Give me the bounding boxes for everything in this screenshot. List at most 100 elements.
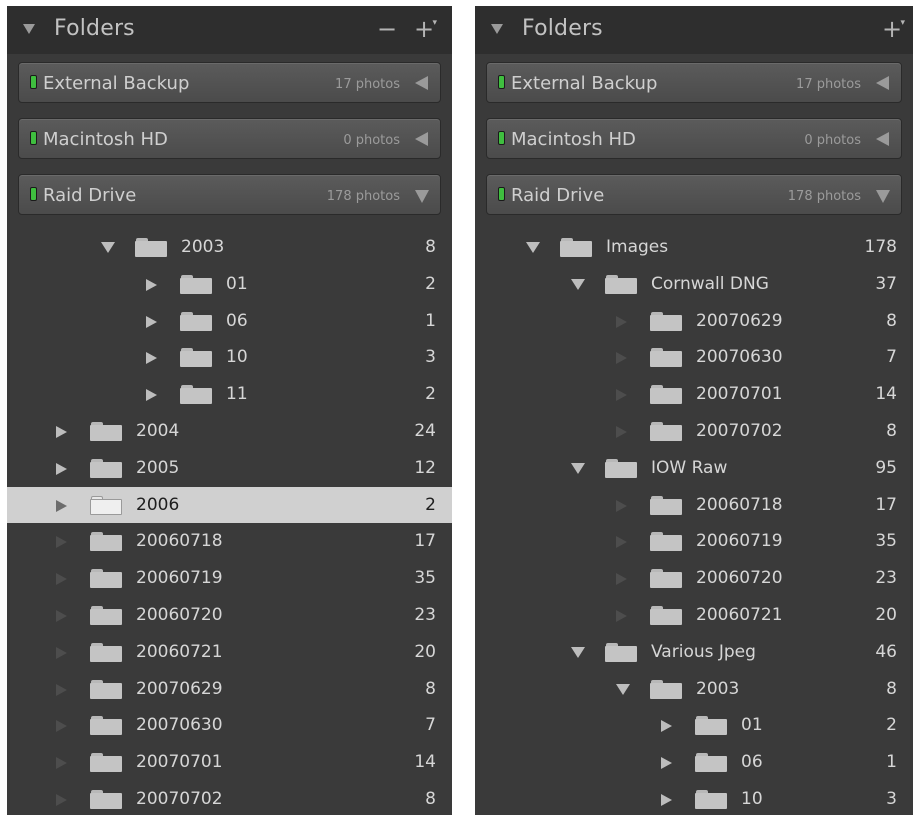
folder-row[interactable]: 20060719 35 (7, 560, 452, 597)
folder-row[interactable]: Cornwall DNG 37 (475, 266, 913, 303)
remove-folder-button[interactable]: − (374, 14, 400, 44)
panel-header[interactable]: Folders − + ▾ (7, 6, 452, 54)
folder-icon (180, 311, 212, 331)
folder-row[interactable]: 2003 8 (475, 671, 913, 708)
folder-name: 20070629 (136, 678, 223, 699)
volume-row[interactable]: Raid Drive 178 photos (486, 174, 902, 215)
folder-name: 20060721 (696, 604, 783, 625)
volume-row[interactable]: External Backup 17 photos (486, 62, 902, 103)
collapsed-triangle-icon[interactable] (146, 315, 157, 328)
folder-name: 20060719 (696, 531, 783, 552)
folder-body (650, 608, 682, 625)
folder-row[interactable]: 10 3 (475, 781, 913, 815)
expanded-triangle-icon[interactable] (571, 278, 585, 290)
folder-icon (650, 421, 682, 441)
folder-icon (695, 716, 727, 736)
folder-row[interactable]: 20060720 23 (7, 597, 452, 634)
collapsed-triangle-icon[interactable] (56, 462, 67, 475)
disclosure-down-icon[interactable] (876, 190, 890, 203)
folder-row[interactable]: 20070702 8 (7, 781, 452, 815)
disclosure-left-icon[interactable] (876, 132, 889, 146)
folder-row[interactable]: 2003 8 (7, 229, 452, 266)
expanded-triangle-icon[interactable] (526, 242, 540, 253)
folder-row[interactable]: 01 2 (7, 266, 452, 303)
status-led-icon (30, 187, 37, 201)
folder-photo-count: 46 (875, 641, 897, 662)
folder-row[interactable]: 20070702 8 (475, 413, 913, 450)
folder-name: 20060718 (696, 494, 783, 515)
folder-row[interactable]: 20070701 14 (475, 376, 913, 413)
folder-row[interactable]: 2005 12 (7, 450, 452, 487)
folder-icon (90, 421, 122, 441)
folder-row[interactable]: 01 2 (475, 707, 913, 744)
disclosure-down-icon[interactable] (415, 190, 429, 203)
folder-row[interactable]: 2006 2 (7, 486, 452, 524)
folder-name: 20070701 (136, 752, 223, 773)
folder-photo-count: 8 (886, 678, 897, 699)
folder-icon (90, 495, 122, 515)
folder-name: 01 (741, 715, 763, 736)
folder-row[interactable]: 06 1 (475, 744, 913, 781)
folder-row[interactable]: Various Jpeg 46 (475, 634, 913, 671)
folder-icon (560, 238, 592, 257)
disclosure-left-icon[interactable] (876, 76, 889, 90)
expanded-triangle-icon[interactable] (571, 462, 585, 474)
folder-photo-count: 1 (886, 752, 897, 773)
folder-row[interactable]: 20070629 8 (7, 671, 452, 708)
volume-photo-count: 17 photos (796, 77, 861, 92)
disclosure-left-icon[interactable] (415, 132, 428, 146)
folder-body (605, 277, 637, 294)
collapsed-triangle-icon[interactable] (56, 499, 67, 512)
collapsed-triangle-icon[interactable] (146, 389, 157, 402)
folder-row[interactable]: 20060719 35 (475, 523, 913, 560)
volume-photo-count: 178 photos (326, 189, 400, 204)
folder-name: 20060720 (696, 568, 783, 589)
folder-row[interactable]: 20070630 7 (475, 339, 913, 376)
folder-name: 06 (741, 752, 763, 773)
collapsed-triangle-icon[interactable] (661, 757, 672, 770)
folder-icon (650, 385, 682, 405)
folder-row[interactable]: 10 3 (7, 339, 452, 376)
folder-row[interactable]: 20060718 17 (7, 523, 452, 560)
volume-row[interactable]: Macintosh HD 0 photos (486, 118, 902, 159)
folder-row[interactable]: IOW Raw 95 (475, 450, 913, 487)
volume-row[interactable]: External Backup 17 photos (18, 62, 441, 103)
folder-row[interactable]: 20070630 7 (7, 707, 452, 744)
disclosure-left-icon[interactable] (415, 76, 428, 90)
folder-name: 2006 (136, 494, 180, 515)
folder-row[interactable]: 20060721 20 (475, 597, 913, 634)
folder-row[interactable]: 20070629 8 (475, 303, 913, 340)
collapsed-triangle-icon[interactable] (661, 720, 672, 733)
folder-photo-count: 23 (875, 568, 897, 589)
folder-icon (90, 605, 122, 625)
collapsed-triangle-icon[interactable] (146, 352, 157, 365)
folder-photo-count: 1 (425, 310, 436, 331)
folder-row[interactable]: 20070701 14 (7, 744, 452, 781)
collapsed-triangle-icon[interactable] (661, 793, 672, 806)
expanded-triangle-icon[interactable] (571, 646, 585, 658)
folder-row[interactable]: 20060718 17 (475, 487, 913, 524)
folder-photo-count: 35 (414, 568, 436, 589)
add-folder-button[interactable]: + ▾ (879, 14, 905, 44)
volume-name: Raid Drive (511, 185, 605, 206)
collapsed-triangle-icon[interactable] (56, 425, 67, 438)
add-folder-button[interactable]: + ▾ (411, 14, 437, 44)
expanded-triangle-icon[interactable] (101, 242, 115, 253)
volume-row[interactable]: Macintosh HD 0 photos (18, 118, 441, 159)
folder-name: 06 (226, 310, 248, 331)
volume-row[interactable]: Raid Drive 178 photos (18, 174, 441, 215)
panel-header[interactable]: Folders + ▾ (475, 6, 913, 54)
collapse-triangle-icon[interactable] (23, 24, 35, 34)
folder-row[interactable]: Images 178 (475, 229, 913, 266)
expanded-triangle-icon[interactable] (616, 683, 630, 695)
folder-name: Cornwall DNG (651, 273, 769, 294)
collapse-triangle-icon[interactable] (491, 24, 503, 34)
collapsed-triangle-icon[interactable] (146, 278, 157, 291)
folder-row[interactable]: 11 2 (7, 376, 452, 413)
folder-row[interactable]: 20060720 23 (475, 560, 913, 597)
folder-row[interactable]: 2004 24 (7, 413, 452, 450)
folder-row[interactable]: 20060721 20 (7, 634, 452, 671)
folder-name: 11 (226, 384, 248, 405)
folder-row[interactable]: 06 1 (7, 303, 452, 340)
folder-photo-count: 23 (414, 604, 436, 625)
